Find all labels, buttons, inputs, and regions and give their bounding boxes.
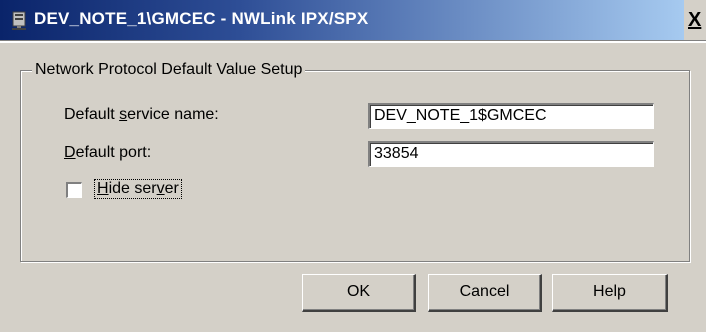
close-icon[interactable]: X bbox=[688, 10, 701, 30]
application-icon[interactable] bbox=[10, 11, 30, 31]
groupbox-legend: Network Protocol Default Value Setup bbox=[32, 61, 306, 79]
title-bar[interactable]: DEV_NOTE_1\GMCEC - NWLink IPX/SPX X bbox=[0, 0, 706, 40]
service-name-label: Default service name: bbox=[64, 106, 219, 123]
service-name-input[interactable]: DEV_NOTE_1$GMCEC bbox=[368, 103, 654, 129]
port-label: Default port: bbox=[64, 144, 152, 161]
window-title: DEV_NOTE_1\GMCEC - NWLink IPX/SPX bbox=[34, 9, 369, 28]
port-input[interactable]: 33854 bbox=[368, 141, 654, 167]
hide-server-checkbox[interactable] bbox=[66, 182, 82, 198]
help-button[interactable]: Help bbox=[552, 274, 668, 312]
hide-server-label[interactable]: Hide server bbox=[94, 179, 182, 199]
title-divider bbox=[0, 40, 706, 43]
ok-button[interactable]: OK bbox=[302, 274, 416, 312]
cancel-button[interactable]: Cancel bbox=[428, 274, 542, 312]
